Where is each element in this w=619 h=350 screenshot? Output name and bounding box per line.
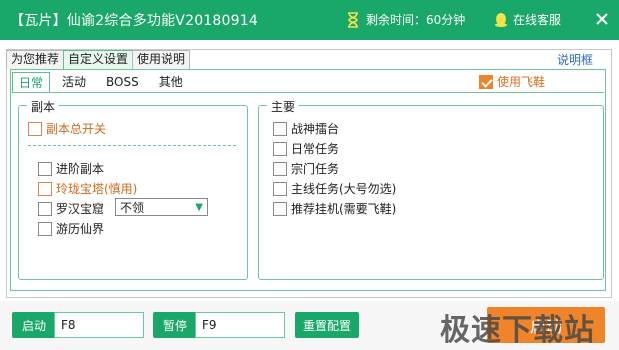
window-title: 【瓦片】仙谕2综合多功能V20180914 <box>10 13 258 29</box>
task-mainline-label: 主线任务(大号勿选) <box>291 182 397 196</box>
task-daily-label: 日常任务 <box>291 142 340 156</box>
fuben-item-advanced-label: 进阶副本 <box>56 162 105 176</box>
task-auto-hang-checkbox[interactable] <box>273 201 287 216</box>
subtab-activity[interactable]: 活动 <box>54 72 94 92</box>
use-flying-shoe-checkbox[interactable] <box>479 74 493 89</box>
task-sect-label: 宗门任务 <box>291 162 340 176</box>
fuben-group-legend: 副本 <box>27 98 60 115</box>
start-hotkey-label: 启动 <box>12 312 56 338</box>
remaining-time: 剩余时间：60分钟 <box>346 11 465 28</box>
task-sect[interactable]: 宗门任务 <box>273 160 339 177</box>
task-arena-checkbox[interactable] <box>273 121 287 136</box>
fuben-divider <box>28 145 236 146</box>
fuben-item-advanced-checkbox[interactable] <box>38 161 52 176</box>
hourglass-icon <box>348 11 358 28</box>
tab-recommend[interactable]: 为您推荐 <box>6 50 65 69</box>
close-icon <box>596 13 608 25</box>
fuben-item-arhat-label: 罗汉宝窟 <box>56 202 105 216</box>
reset-config-button[interactable]: 重置配置 <box>295 312 359 338</box>
top-tabs: 为您推荐 自定义设置 使用说明 <box>6 50 191 69</box>
fuben-item-wander-checkbox[interactable] <box>38 221 52 236</box>
task-daily-checkbox[interactable] <box>273 141 287 156</box>
online-service-label: 在线客服 <box>513 13 562 27</box>
use-flying-shoe-option[interactable]: 使用飞鞋 <box>479 73 545 90</box>
task-mainline[interactable]: 主线任务(大号勿选) <box>273 180 396 197</box>
task-mainline-checkbox[interactable] <box>273 181 287 196</box>
dropdown-arrow-icon: ▼ <box>195 202 203 213</box>
task-auto-hang[interactable]: 推荐挂机(需要飞鞋) <box>273 200 396 217</box>
pause-hotkey-field[interactable]: F9 <box>195 312 285 338</box>
task-daily[interactable]: 日常任务 <box>273 140 339 157</box>
subtab-other[interactable]: 其他 <box>151 72 191 92</box>
sub-tabs: 日常 活动 BOSS 其他 <box>12 72 195 92</box>
fuben-item-wander[interactable]: 游历仙界 <box>38 220 104 237</box>
fuben-item-pagoda[interactable]: 玲珑宝塔(慎用) <box>38 180 137 197</box>
online-service-link[interactable]: 在线客服 <box>493 11 561 28</box>
task-auto-hang-label: 推荐挂机(需要飞鞋) <box>291 202 397 216</box>
title-bar: 【瓦片】仙谕2综合多功能V20180914 剩余时间：60分钟 在线客服 <box>0 0 619 40</box>
qq-penguin-icon <box>495 12 507 27</box>
pause-hotkey-label: 暂停 <box>153 312 197 338</box>
tab-custom-settings[interactable]: 自定义设置 <box>63 50 134 69</box>
fuben-item-arhat[interactable]: 罗汉宝窟 <box>38 200 104 217</box>
task-arena-label: 战神擂台 <box>291 122 340 136</box>
fuben-item-pagoda-label: 玲珑宝塔(慎用) <box>56 182 138 196</box>
fuben-master-label: 副本总开关 <box>46 122 107 136</box>
subtab-divider <box>12 92 604 93</box>
fuben-item-arhat-checkbox[interactable] <box>38 201 52 216</box>
subtab-boss[interactable]: BOSS <box>98 72 147 92</box>
use-flying-shoe-label: 使用飞鞋 <box>497 75 546 89</box>
arhat-reward-dropdown[interactable]: 不领 ▼ <box>115 198 208 216</box>
help-box-link[interactable]: 说明框 <box>557 51 593 68</box>
task-arena[interactable]: 战神擂台 <box>273 120 339 137</box>
fuben-master-checkbox[interactable] <box>28 121 42 136</box>
fuben-item-wander-label: 游历仙界 <box>56 222 105 236</box>
watermark-logo: 极速下载站 <box>440 313 595 348</box>
remaining-time-text: 剩余时间：60分钟 <box>366 13 466 27</box>
fuben-item-advanced[interactable]: 进阶副本 <box>38 160 104 177</box>
arhat-reward-value: 不领 <box>120 200 145 215</box>
fuben-item-pagoda-checkbox[interactable] <box>38 181 52 196</box>
task-sect-checkbox[interactable] <box>273 161 287 176</box>
close-button[interactable] <box>593 10 611 28</box>
subtab-daily[interactable]: 日常 <box>12 72 51 92</box>
start-hotkey-field[interactable]: F8 <box>54 312 144 338</box>
main-tasks-legend: 主要 <box>267 98 300 115</box>
fuben-master-option[interactable]: 副本总开关 <box>28 120 106 137</box>
tab-instructions[interactable]: 使用说明 <box>132 50 191 69</box>
